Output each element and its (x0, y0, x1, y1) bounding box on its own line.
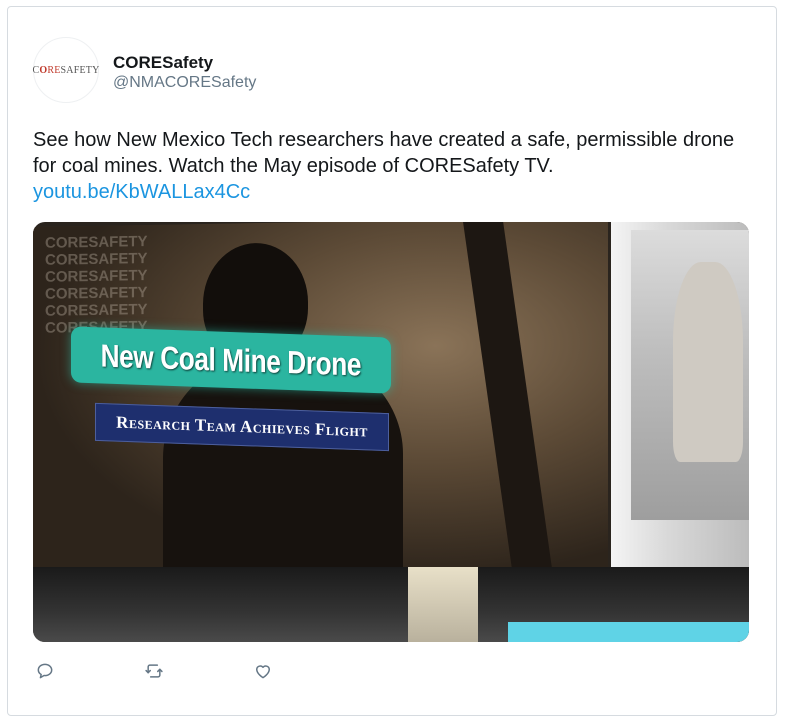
tweet-card: CORESAFETY CORESafety @NMACORESafety See… (7, 6, 777, 716)
video-title: New Coal Mine Drone (100, 336, 362, 383)
like-button[interactable] (251, 659, 275, 683)
avatar[interactable]: CORESAFETY (32, 37, 100, 103)
watermark-text: CORESAFETY CORESAFETY CORESAFETY CORESAF… (45, 233, 148, 337)
coresafety-logo: CORESAFETY (32, 64, 100, 76)
video-title-banner: New Coal Mine Drone (71, 326, 391, 394)
tweet-text: See how New Mexico Tech researchers have… (33, 129, 735, 177)
tweet-actions (33, 659, 360, 683)
heart-icon (256, 665, 270, 679)
user-handle[interactable]: @NMACORESafety (113, 74, 256, 92)
studio-light-block (408, 567, 478, 642)
retweet-button[interactable] (142, 659, 166, 683)
video-thumbnail[interactable]: CORESAFETY CORESAFETY CORESAFETY CORESAF… (33, 222, 749, 642)
display-name[interactable]: CORESafety (113, 53, 213, 73)
studio-figure (673, 262, 743, 462)
studio-cyan-stripe (508, 622, 749, 642)
reply-icon (37, 663, 53, 679)
mine-support-beam (462, 222, 554, 579)
video-subtitle: Research Team Achieves Flight (116, 412, 368, 441)
tweet-link[interactable]: youtu.be/KbWALLax4Cc (33, 179, 250, 205)
retweet-icon (145, 664, 163, 678)
reply-button[interactable] (33, 659, 57, 683)
